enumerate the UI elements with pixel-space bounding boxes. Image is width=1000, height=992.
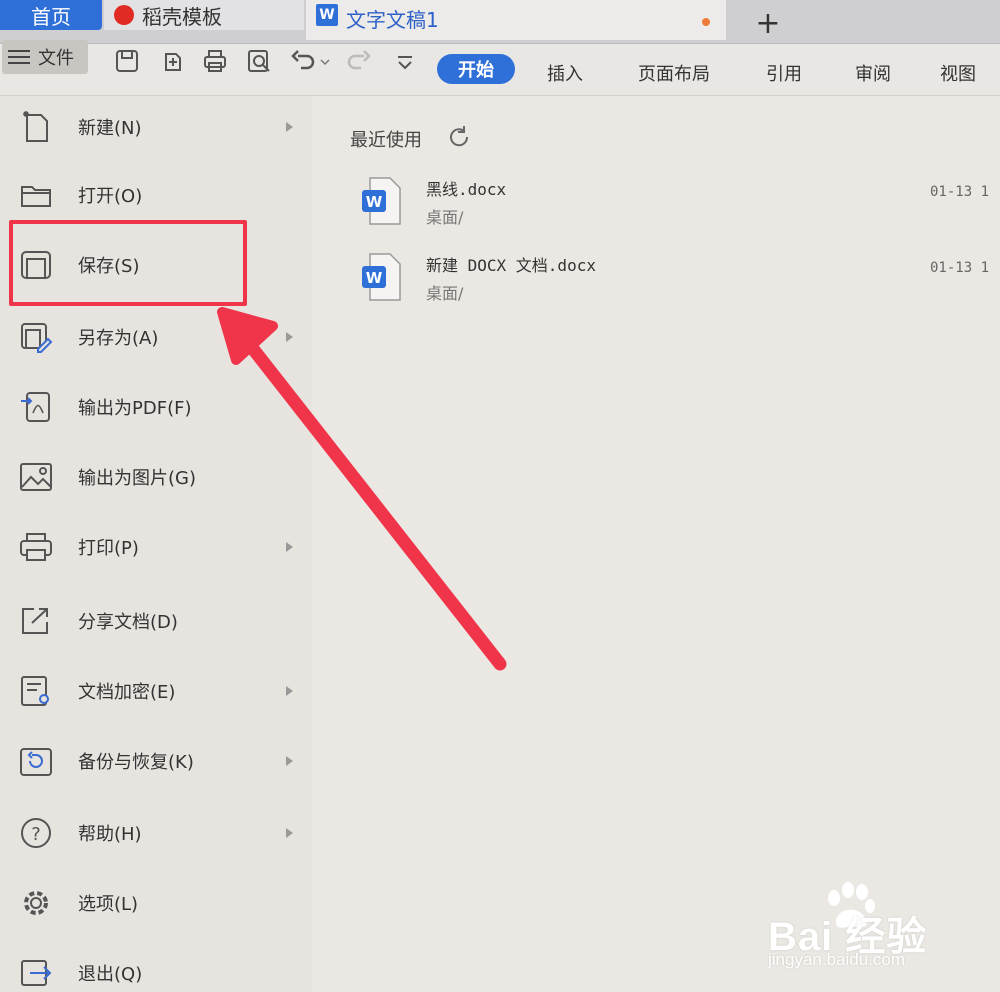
menu-item-share[interactable]: 分享文档(D) [0,590,312,652]
share-icon [22,608,48,634]
tab-document[interactable]: W 文字文稿1 [306,0,726,40]
refresh-icon[interactable] [446,124,472,150]
submenu-arrow-icon [286,542,293,552]
file-menu-button[interactable]: 文件 [2,40,88,74]
customize-toolbar-icon[interactable] [392,48,418,74]
recent-file-time: 01-13 1 [930,260,990,276]
word-doc-icon: W [316,4,338,26]
menu-item-new[interactable]: 新建(N) [0,96,312,158]
recent-file-item[interactable]: W 黑线.docx 桌面/ 01-13 1 [356,176,1000,238]
save-highlight-box [9,220,247,306]
save-as-icon [21,323,53,353]
svg-text:?: ? [31,824,41,845]
menu-item-backup[interactable]: 备份与恢复(K) [0,730,312,792]
submenu-arrow-icon [286,122,293,132]
ribbon-tab-page-layout[interactable]: 页面布局 [638,60,710,86]
recent-file-path: 桌面/ [426,208,464,227]
unsaved-indicator-icon [702,18,710,26]
menu-item-label: 输出为图片(G) [78,468,196,489]
menu-item-label: 打印(P) [78,538,139,559]
tab-document-label: 文字文稿1 [346,8,439,32]
tab-home-label: 首页 [31,4,71,29]
submenu-arrow-icon [286,828,293,838]
tab-bar: 首页 稻壳模板 W 文字文稿1 + [0,0,1000,44]
menu-item-label: 选项(L) [78,894,139,915]
word-doc-icon: W [362,177,401,225]
svg-text:W: W [366,193,383,211]
exit-icon [21,960,52,986]
tab-daoke-label: 稻壳模板 [142,4,222,29]
menu-item-encrypt[interactable]: 文档加密(E) [0,660,312,722]
menu-item-label: 另存为(A) [78,328,159,349]
word-doc-icon: W [362,253,401,301]
menu-item-open[interactable]: 打开(O) [0,164,312,226]
menu-item-exit[interactable]: 退出(Q) [0,942,312,992]
ribbon-tab-start[interactable]: 开始 [437,54,515,84]
undo-dropdown-icon[interactable] [318,48,332,74]
help-icon: ? [21,818,51,848]
quick-print-icon[interactable] [202,48,228,74]
menu-item-export-pdf[interactable]: 输出为PDF(F) [0,376,312,438]
backup-icon [20,748,52,776]
redo-icon[interactable] [346,48,372,74]
menu-item-label: 备份与恢复(K) [78,752,194,773]
submenu-arrow-icon [286,332,293,342]
tab-home[interactable]: 首页 [0,0,102,30]
ribbon-tab-references[interactable]: 引用 [766,60,802,86]
menu-item-label: 帮助(H) [78,824,142,845]
menu-item-label: 文档加密(E) [78,682,176,703]
recent-file-time: 01-13 1 [930,184,990,200]
file-menu-label: 文件 [38,48,74,69]
recent-file-name: 黑线.docx [426,180,507,199]
recent-file-item[interactable]: W 新建 DOCX 文档.docx 桌面/ 01-13 1 [356,252,1000,314]
hamburger-icon [8,50,30,64]
daoke-logo-icon [114,5,134,25]
encrypt-icon [21,676,49,706]
menu-item-help[interactable]: ? 帮助(H) [0,802,312,864]
submenu-arrow-icon [286,686,293,696]
pdf-export-icon [21,392,50,422]
recent-file-path: 桌面/ [426,284,464,303]
quick-save-icon[interactable] [114,48,140,74]
menu-item-label: 分享文档(D) [78,612,178,633]
tab-daoke-templates[interactable]: 稻壳模板 [104,0,304,30]
menu-item-print[interactable]: 打印(P) [0,516,312,578]
ribbon-tab-insert[interactable]: 插入 [547,60,583,86]
folder-icon [21,186,51,207]
menu-item-label: 输出为PDF(F) [78,398,192,419]
ribbon-tab-review[interactable]: 审阅 [855,60,891,86]
svg-text:W: W [366,269,383,287]
ribbon-tab-view[interactable]: 视图 [940,60,976,86]
add-tab-button[interactable]: + [740,6,796,41]
menu-item-options[interactable]: 选项(L) [0,872,312,934]
menu-item-save-as[interactable]: 另存为(A) [0,306,312,368]
undo-icon[interactable] [290,48,316,74]
menu-item-label: 新建(N) [78,118,142,139]
menu-item-label: 打开(O) [78,186,143,207]
new-file-icon [23,111,48,142]
recent-file-name: 新建 DOCX 文档.docx [426,256,596,275]
print-preview-icon[interactable] [246,48,272,74]
recent-title: 最近使用 [350,130,422,151]
export-icon[interactable] [160,48,186,74]
submenu-arrow-icon [286,756,293,766]
menu-item-export-image[interactable]: 输出为图片(G) [0,446,312,508]
gear-icon [24,891,48,915]
watermark-url: jingyan.baidu.com [768,950,906,969]
image-export-icon [20,463,52,491]
printer-icon [20,533,52,561]
menu-item-label: 退出(Q) [78,964,143,985]
baidu-jingyan-watermark: Bai 经验 jingyan.baidu.com [762,880,998,988]
